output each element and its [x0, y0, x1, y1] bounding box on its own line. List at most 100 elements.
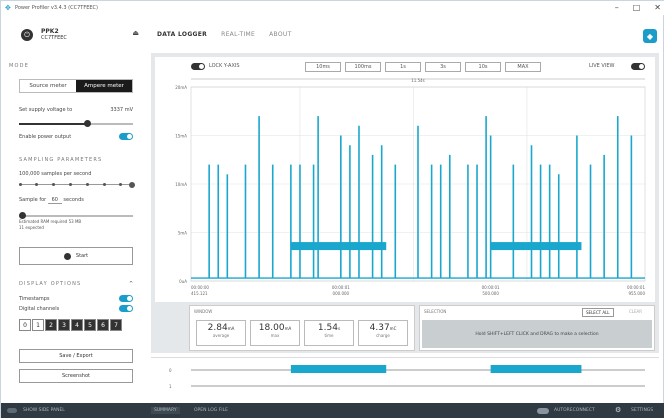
slider-tick	[19, 183, 22, 186]
mode-ampere-meter[interactable]: Ampere meter	[76, 80, 132, 92]
span-label: 11.54s	[411, 78, 425, 83]
duration-slider[interactable]	[19, 212, 133, 219]
stat-time-value: 1.54	[317, 323, 338, 333]
y-tick-label: 10mA	[175, 182, 187, 187]
screenshot-button[interactable]: Screenshot	[19, 369, 133, 383]
tab-about[interactable]: ABOUT	[269, 31, 291, 38]
timestamps-label: Timestamps	[19, 295, 50, 302]
selection-hint-area[interactable]: Hold SHIFT+LEFT CLICK and DRAG to make a…	[422, 320, 652, 348]
app-header: ⏻ PPK2 CC7TFEEC ⏏ DATA LOGGER REAL-TIME …	[1, 21, 664, 47]
footer-tab-summary[interactable]: SUMMARY	[151, 407, 180, 414]
stat-max-unit: mA	[284, 326, 292, 331]
power-row: Enable power output	[19, 133, 133, 140]
chart-area: LOCK Y-AXIS 10ms 100ms 1s 3s 10s MAX LIVE VIE…	[151, 53, 659, 353]
x-tick-ms: 415.121	[191, 291, 208, 296]
samples-slider[interactable]	[19, 181, 135, 189]
channel-5-button[interactable]: 5	[84, 319, 96, 331]
stat-time-unit: s	[337, 326, 341, 331]
x-tick-time: 00:00:01	[482, 285, 500, 290]
mode-source-meter[interactable]: Source meter	[20, 80, 76, 92]
maximize-button[interactable]: □	[633, 3, 641, 12]
duration-slider-handle[interactable]	[19, 212, 26, 219]
stat-max: 18.00mA max	[250, 320, 300, 346]
slider-tick	[103, 183, 106, 186]
autoreconnect-toggle[interactable]	[537, 408, 549, 414]
minimize-button[interactable]: –	[615, 3, 619, 12]
display-title: DISPLAY OPTIONS	[19, 281, 82, 287]
device-selector[interactable]: ⏻ PPK2 CC7TFEEC ⏏	[21, 25, 139, 45]
slider-tick	[69, 183, 72, 186]
channel-0-button[interactable]: 0	[19, 319, 31, 331]
digital-channel-label: 0	[169, 368, 172, 373]
digital-channels-chart[interactable]: 01	[151, 358, 659, 396]
mode-title: MODE	[9, 63, 30, 69]
analog-plot[interactable]: LOCK Y-AXIS 10ms 100ms 1s 3s 10s MAX LIVE VIE…	[155, 57, 655, 302]
sample-for-unit: seconds	[63, 197, 84, 203]
clear-selection-button[interactable]: CLEAR	[626, 308, 645, 315]
save-export-label: Save / Export	[59, 353, 93, 359]
x-tick-ms: 955.000	[628, 291, 645, 296]
supply-value[interactable]: 3337	[110, 107, 123, 113]
nordic-logo-icon: ◆	[643, 29, 657, 43]
x-tick-time: 00:00:00	[191, 285, 209, 290]
sampling-title: SAMPLING PARAMETERS	[19, 157, 103, 163]
channel-6-button[interactable]: 6	[97, 319, 109, 331]
tab-real-time[interactable]: REAL-TIME	[221, 31, 255, 38]
device-name: PPK2	[41, 28, 59, 35]
eject-icon[interactable]: ⏏	[132, 29, 139, 37]
sample-for-prefix: Sample for	[19, 197, 47, 203]
power-icon: ⏻	[21, 29, 33, 41]
select-all-button[interactable]: SELECT ALL	[582, 308, 614, 317]
digital-high-segment	[290, 365, 387, 373]
start-button[interactable]: Start	[19, 247, 133, 265]
power-label: Enable power output	[19, 133, 72, 140]
stat-time-label: time	[324, 333, 334, 338]
stat-time: 1.54s time	[304, 320, 354, 346]
y-tick-label: 15mA	[175, 134, 187, 139]
digital-row: Digital channels	[19, 305, 133, 312]
main-nav: DATA LOGGER REAL-TIME ABOUT	[157, 31, 292, 38]
side-panel-toggle[interactable]	[7, 408, 17, 413]
window-stats: WINDOW 2.84mA average 18.00mA max 1.54s …	[189, 305, 415, 351]
window-title: Power Profiler v3.4.3 (CC7TFEEC)	[15, 5, 98, 11]
channel-7-button[interactable]: 7	[110, 319, 122, 331]
stat-charge: 4.37mC charge	[358, 320, 408, 346]
save-export-button[interactable]: Save / Export	[19, 349, 133, 363]
channel-1-button[interactable]: 1	[32, 319, 44, 331]
sample-for-input[interactable]: 60	[47, 197, 62, 204]
supply-row: Set supply voltage to 3337 mV	[19, 107, 133, 113]
slider-tick	[52, 183, 55, 186]
x-tick-time: 00:00:01	[627, 285, 645, 290]
ram-info: Estimated RAM required 53 MB 11 expected	[19, 219, 81, 231]
footer-tab-open-log[interactable]: OPEN LOG FILE	[191, 407, 231, 414]
tab-data-logger[interactable]: DATA LOGGER	[157, 31, 207, 38]
slider-tick	[119, 183, 122, 186]
stat-average-label: average	[212, 333, 230, 338]
footer-bar: SHOW SIDE PANEL SUMMARY OPEN LOG FILE AU…	[1, 403, 664, 418]
device-info: PPK2 CC7TFEEC	[41, 28, 67, 42]
timestamps-toggle[interactable]	[119, 295, 133, 302]
digital-channels-panel: 01	[151, 357, 659, 395]
samples-slider-handle[interactable]	[129, 182, 135, 188]
close-button[interactable]: ✕	[654, 3, 661, 12]
channel-3-button[interactable]: 3	[58, 319, 70, 331]
stat-max-label: max	[270, 333, 280, 338]
x-tick-ms: 500.000	[482, 291, 499, 296]
x-tick-ms: 000.000	[333, 291, 350, 296]
stat-average: 2.84mA average	[196, 320, 246, 346]
settings-icon[interactable]: ⚙	[615, 406, 621, 414]
collapse-icon[interactable]: ^	[129, 281, 133, 287]
channel-2-button[interactable]: 2	[45, 319, 57, 331]
stat-average-unit: mA	[227, 326, 235, 331]
supply-slider-handle[interactable]	[84, 120, 92, 127]
channel-4-button[interactable]: 4	[71, 319, 83, 331]
supply-slider[interactable]	[19, 120, 133, 127]
slider-tick	[86, 183, 89, 186]
title-bar: ✥ Power Profiler v3.4.3 (CC7TFEEC) – □ ✕	[1, 1, 664, 15]
power-output-toggle[interactable]	[119, 133, 133, 140]
samples-label: 100,000 samples per second	[19, 171, 92, 177]
stat-charge-unit: mC	[389, 326, 397, 331]
selection-hint: Hold SHIFT+LEFT CLICK and DRAG to make a…	[475, 331, 599, 337]
show-side-panel-label: SHOW SIDE PANEL	[23, 408, 65, 413]
digital-toggle[interactable]	[119, 305, 133, 312]
